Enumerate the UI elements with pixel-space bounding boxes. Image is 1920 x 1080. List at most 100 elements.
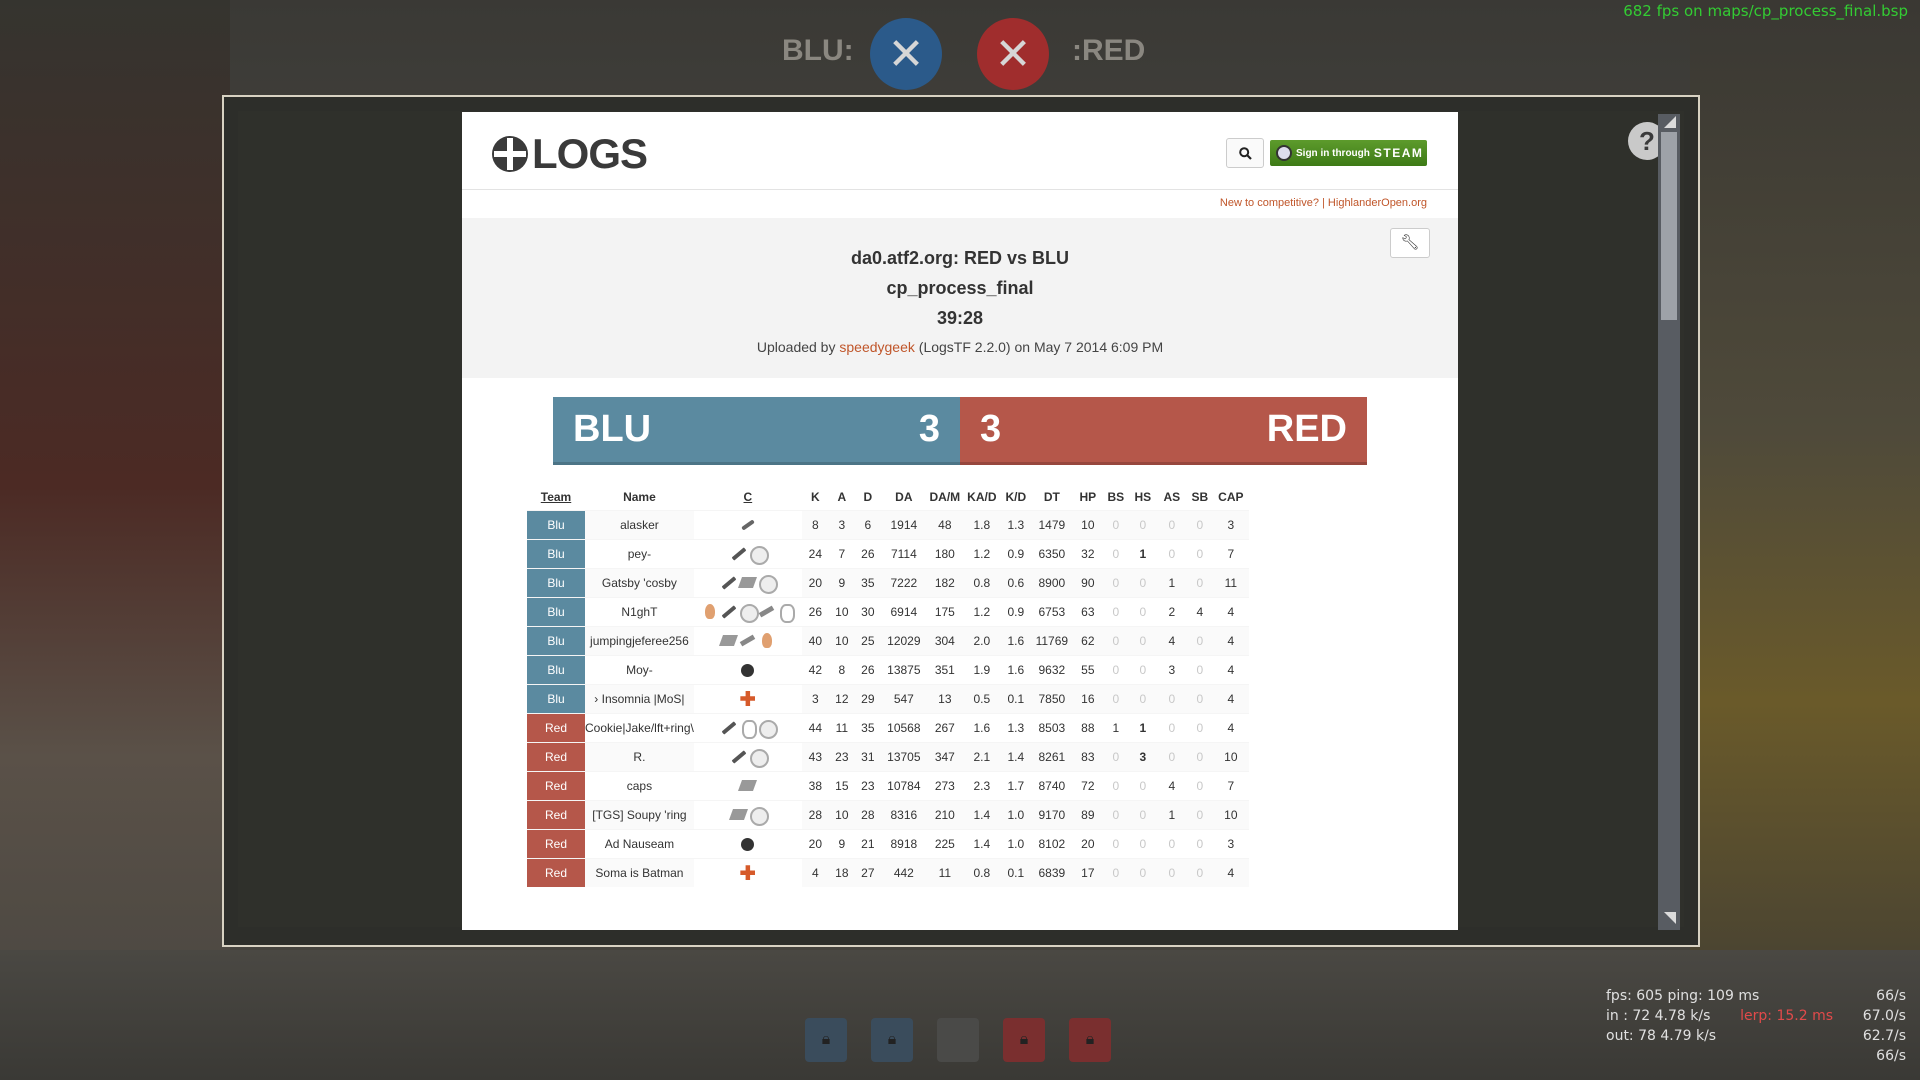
column-header[interactable]: BS [1103,484,1129,510]
table-row: Blu jumpingjeferee256 40 10 25 12029 304 2.0 1.6… [527,625,1249,655]
stat-cell: 0 [1156,509,1187,539]
stat-cell: 63 [1072,596,1103,626]
stat-cell: 43 [801,741,829,771]
column-header[interactable]: K [802,484,829,510]
player-name[interactable]: Gatsby 'cosby [585,567,694,597]
column-header[interactable]: A [829,484,855,510]
column-header[interactable]: CAP [1213,484,1249,510]
site-header: LOGS Sign in through STEAM [462,112,1458,190]
stat-cell: 21 [854,828,881,858]
column-header[interactable]: DA/M [927,484,963,510]
net-in: in : 72 4.78 k/s [1606,1008,1711,1024]
logs-logo[interactable]: LOGS [492,130,648,178]
stat-cell: 0.6 [1000,567,1031,597]
column-header[interactable]: Team [527,484,585,510]
class-cell [693,857,802,887]
scroll-up-arrow[interactable] [1664,116,1676,128]
team-cell: Blu [527,596,585,626]
player-name[interactable]: pey- [585,538,694,568]
search-button[interactable] [1226,138,1264,168]
scrollbar-thumb[interactable] [1661,132,1677,320]
team-cell: Blu [527,567,585,597]
score-red-value: 3 [980,408,1002,450]
stat-cell: 7222 [880,567,927,597]
player-name[interactable]: › Insomnia |MoS| [585,683,694,713]
column-header[interactable]: HS [1129,484,1157,510]
stat-cell: 273 [926,770,963,800]
steam-signin-button[interactable]: Sign in through STEAM [1270,140,1427,166]
column-header[interactable]: D [855,484,881,510]
hud-red-label: :RED [1072,34,1146,67]
stat-cell: 62 [1072,625,1103,655]
stat-cell: 12029 [880,625,927,655]
steam-icon [1276,145,1292,161]
stat-cell: 27 [854,857,881,887]
stat-cell: 1 [1128,538,1157,568]
stat-cell: 1.0 [1000,799,1031,829]
soldier-icon [720,574,737,591]
team-cell: Red [527,741,585,771]
table-row: Blu alasker 8 3 6 1914 48 1.8 1.3 1479 10 0 0 0 0 3 [527,509,1249,539]
scout-icon [739,516,756,533]
stat-cell: 13875 [880,654,927,684]
stat-cell: 44 [801,712,829,742]
lock-icon: 🔒︎ [1003,1018,1045,1062]
soldier-icon [720,603,737,620]
column-header[interactable]: HP [1073,484,1103,510]
class-cell [693,596,802,626]
net-fps: fps: 605 ping: 109 ms [1606,988,1760,1004]
stat-cell: 3 [1212,509,1249,539]
stat-cell: 7 [828,538,855,568]
player-name[interactable]: jumpingjeferee256 [585,625,694,655]
stat-cell: 6350 [1030,538,1073,568]
column-header[interactable]: Name [585,484,694,510]
stat-cell: 0 [1186,654,1213,684]
player-name[interactable]: Moy- [585,654,694,684]
team-cell: Blu [527,654,585,684]
column-header[interactable]: DT [1031,484,1073,510]
player-name[interactable]: Ad Nauseam [585,828,694,858]
column-header[interactable]: DA [881,484,927,510]
uploader-link[interactable]: speedygeek [839,339,915,355]
stat-cell: 0 [1186,799,1213,829]
medic-icon [749,748,769,768]
stat-cell: 0.9 [1000,596,1031,626]
score-red: 3 RED [960,397,1367,465]
score-red-name: RED [1266,408,1347,450]
column-header[interactable]: C [694,484,802,510]
column-header[interactable]: KA/D [963,484,1001,510]
stat-cell: 0 [1128,596,1157,626]
player-name[interactable]: alasker [585,509,694,539]
player-name[interactable]: N1ghT [585,596,694,626]
player-name[interactable]: Soma is Batman [585,857,694,887]
stat-cell: 1.6 [1000,654,1031,684]
stat-cell: 29 [854,683,881,713]
stat-cell: 1.6 [1000,625,1031,655]
stat-cell: 2.0 [962,625,1001,655]
stat-cell: 11769 [1030,625,1073,655]
player-name[interactable]: caps [585,770,694,800]
stat-cell: 0 [1156,857,1187,887]
stat-cell: 2.3 [962,770,1001,800]
scroll-down-arrow[interactable] [1664,912,1676,924]
player-name[interactable]: Cookie|Jake/lft+ring\ [585,712,694,742]
wrench-icon[interactable]: 🔧︎ [1390,228,1430,258]
column-header[interactable]: SB [1187,484,1213,510]
stat-cell: 35 [854,567,881,597]
soldier-icon [730,545,747,562]
demoman-icon [739,661,756,678]
stat-cell: 547 [880,683,927,713]
stat-cell: 0 [1156,538,1187,568]
stat-cell: 12 [828,683,855,713]
player-name[interactable]: R. [585,741,694,771]
sniper-icon [739,574,756,591]
column-header[interactable]: K/D [1001,484,1031,510]
column-header[interactable]: AS [1157,484,1187,510]
player-name[interactable]: [TGS] Soupy 'ring [585,799,694,829]
stat-cell: 13 [926,683,963,713]
promo-link[interactable]: New to competitive? | HighlanderOpen.org [462,190,1458,218]
table-row: Blu › Insomnia |MoS| 3 12 29 547 13 0.5 0.1 7850 1… [527,683,1249,713]
fps-readout: 682 fps on maps/cp_process_final.bsp [1623,2,1908,20]
stat-cell: 8 [801,509,829,539]
table-header-row: Team Name C K A D DA DA/M KA/D K/D DT HP BS HS AS SB CAP [527,484,1249,510]
